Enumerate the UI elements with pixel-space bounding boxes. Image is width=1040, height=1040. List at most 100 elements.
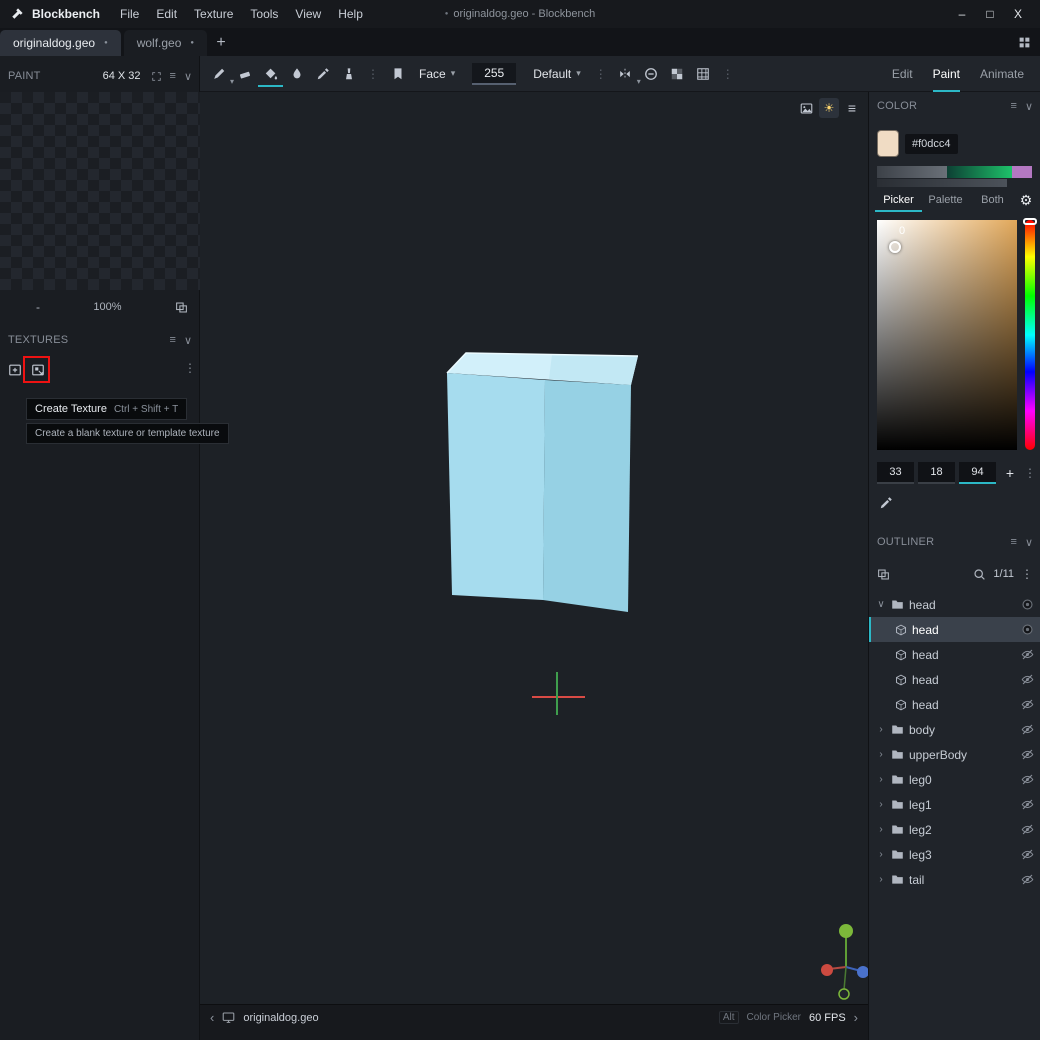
fill-mode-dropdown[interactable]: Face ▾ — [411, 67, 463, 81]
eyedropper-icon[interactable] — [879, 496, 893, 510]
collapse-panel-icon[interactable]: ∨ — [184, 70, 192, 83]
expander-icon[interactable]: › — [876, 874, 886, 885]
tab-wolf[interactable]: wolf.geo ● — [123, 30, 208, 56]
visibility-off-icon[interactable] — [1021, 698, 1034, 711]
outliner-group-leg0[interactable]: › leg0 — [869, 767, 1040, 792]
expander-icon[interactable]: › — [876, 724, 886, 735]
mirror-paint-toggle[interactable]: ▾ — [613, 61, 641, 87]
collapse-panel-icon[interactable]: ∨ — [1025, 536, 1033, 549]
color-menu-icon[interactable]: ⋮ — [1024, 466, 1036, 480]
add-to-palette-button[interactable]: + — [1000, 465, 1020, 481]
search-icon[interactable] — [973, 568, 986, 581]
new-tab-button[interactable]: + — [207, 30, 235, 56]
outliner-group-head[interactable]: ∨ head — [869, 592, 1040, 617]
texture-preview-canvas[interactable] — [0, 92, 200, 290]
hex-color-input[interactable]: #f0dcc4 — [905, 133, 958, 154]
maximize-button[interactable]: □ — [978, 0, 1002, 28]
layers-icon[interactable] — [175, 301, 188, 314]
gear-icon[interactable]: ⚙ — [1016, 192, 1036, 209]
tab-both[interactable]: Both — [969, 188, 1016, 212]
expander-icon[interactable]: › — [876, 749, 886, 760]
outliner-group-leg3[interactable]: › leg3 — [869, 842, 1040, 867]
mode-animate[interactable]: Animate — [980, 56, 1024, 92]
collapse-panel-icon[interactable]: ∨ — [184, 334, 192, 347]
menu-tools[interactable]: Tools — [250, 7, 278, 21]
visibility-off-icon[interactable] — [1021, 873, 1034, 886]
hue-slider[interactable] — [1025, 220, 1035, 450]
visibility-off-icon[interactable] — [1021, 773, 1034, 786]
view-orientation-gizmo[interactable] — [813, 920, 868, 1002]
menu-help[interactable]: Help — [338, 7, 363, 21]
outliner-menu-icon[interactable]: ⋮ — [1021, 567, 1033, 581]
tab-palette[interactable]: Palette — [922, 188, 969, 212]
tab-originaldog[interactable]: originaldog.geo ● — [0, 30, 121, 56]
panel-menu-icon[interactable]: ≡ — [1011, 100, 1017, 112]
tab-unsaved-dot[interactable]: ● — [104, 40, 108, 46]
visibility-toggle-icon[interactable] — [1021, 598, 1034, 611]
expander-icon[interactable]: ∨ — [876, 599, 886, 610]
outliner-group-leg2[interactable]: › leg2 — [869, 817, 1040, 842]
outliner-group-tail[interactable]: › tail — [869, 867, 1040, 892]
visibility-off-icon[interactable] — [1021, 848, 1034, 861]
mode-edit[interactable]: Edit — [892, 56, 913, 92]
mode-paint[interactable]: Paint — [933, 56, 960, 92]
channel-input-v[interactable]: 94 — [959, 462, 996, 484]
channel-input-s[interactable]: 18 — [918, 462, 955, 484]
picker-cursor[interactable] — [889, 241, 901, 253]
visibility-off-icon[interactable] — [1021, 673, 1034, 686]
3d-viewport[interactable]: ☀ ≡ ‹ originaldog.geo Alt Color Picker 6… — [200, 92, 868, 1030]
next-chevron-icon[interactable]: › — [854, 1010, 858, 1025]
viewport-menu-icon[interactable]: ≡ — [842, 98, 862, 118]
brush-tool[interactable]: ▾ — [206, 61, 234, 87]
saturation-brightness-picker[interactable]: 0 — [877, 220, 1017, 450]
outliner-group-body[interactable]: › body — [869, 717, 1040, 742]
visibility-off-icon[interactable] — [1021, 748, 1034, 761]
menu-file[interactable]: File — [120, 7, 139, 21]
menu-edit[interactable]: Edit — [156, 7, 177, 21]
shading-sun-icon[interactable]: ☀ — [819, 98, 839, 118]
outliner-cube-head[interactable]: head — [869, 667, 1040, 692]
current-color-swatch[interactable] — [877, 130, 899, 157]
zoom-level[interactable]: 100% — [40, 301, 175, 313]
expander-icon[interactable]: › — [876, 824, 886, 835]
close-button[interactable]: X — [1006, 0, 1030, 28]
eraser-tool[interactable] — [232, 61, 257, 87]
visibility-off-icon[interactable] — [1021, 648, 1034, 661]
visibility-off-icon[interactable] — [1021, 823, 1034, 836]
channel-input-h[interactable]: 33 — [877, 462, 914, 484]
outliner-cube-head-selected[interactable]: head — [869, 617, 1040, 642]
expander-icon[interactable]: › — [876, 849, 886, 860]
droplet-tool[interactable] — [284, 61, 309, 87]
panel-menu-icon[interactable]: ≡ — [1011, 536, 1017, 548]
hue-slider-cursor[interactable] — [1023, 218, 1037, 225]
outliner-cube-head[interactable]: head — [869, 642, 1040, 667]
dither-toggle[interactable] — [665, 61, 690, 87]
panel-menu-icon[interactable]: ≡ — [170, 334, 176, 346]
fill-bucket-tool[interactable] — [258, 61, 283, 87]
draw-shape-tool[interactable] — [336, 61, 361, 87]
visibility-toggle-icon[interactable] — [1021, 623, 1034, 636]
menu-texture[interactable]: Texture — [194, 7, 233, 21]
outliner-toggles-icon[interactable] — [877, 568, 890, 581]
resize-icon[interactable] — [151, 71, 162, 82]
outliner-group-upperbody[interactable]: › upperBody — [869, 742, 1040, 767]
prev-chevron-icon[interactable]: ‹ — [210, 1010, 214, 1025]
pixel-grid-toggle[interactable] — [691, 61, 716, 87]
blend-mode-dropdown[interactable]: Default ▾ — [525, 67, 589, 81]
lock-alpha-toggle[interactable] — [639, 61, 664, 87]
palette-gradient-bars[interactable] — [877, 166, 1032, 187]
brush-opacity-input[interactable]: 255 — [472, 62, 517, 85]
app-grid-icon[interactable] — [1018, 36, 1031, 49]
visibility-off-icon[interactable] — [1021, 798, 1034, 811]
texture-menu-icon[interactable]: ⋮ — [184, 361, 196, 375]
visibility-off-icon[interactable] — [1021, 723, 1034, 736]
selection-flag-tool[interactable] — [385, 61, 410, 87]
menu-view[interactable]: View — [295, 7, 321, 21]
collapse-panel-icon[interactable]: ∨ — [1025, 100, 1033, 113]
canvas-size-label[interactable]: 64 X 32 — [103, 70, 141, 82]
expander-icon[interactable]: › — [876, 799, 886, 810]
minimize-button[interactable]: – — [950, 0, 974, 28]
outliner-cube-head[interactable]: head — [869, 692, 1040, 717]
tab-unsaved-dot[interactable]: ● — [190, 40, 194, 46]
color-picker-tool[interactable] — [310, 61, 335, 87]
